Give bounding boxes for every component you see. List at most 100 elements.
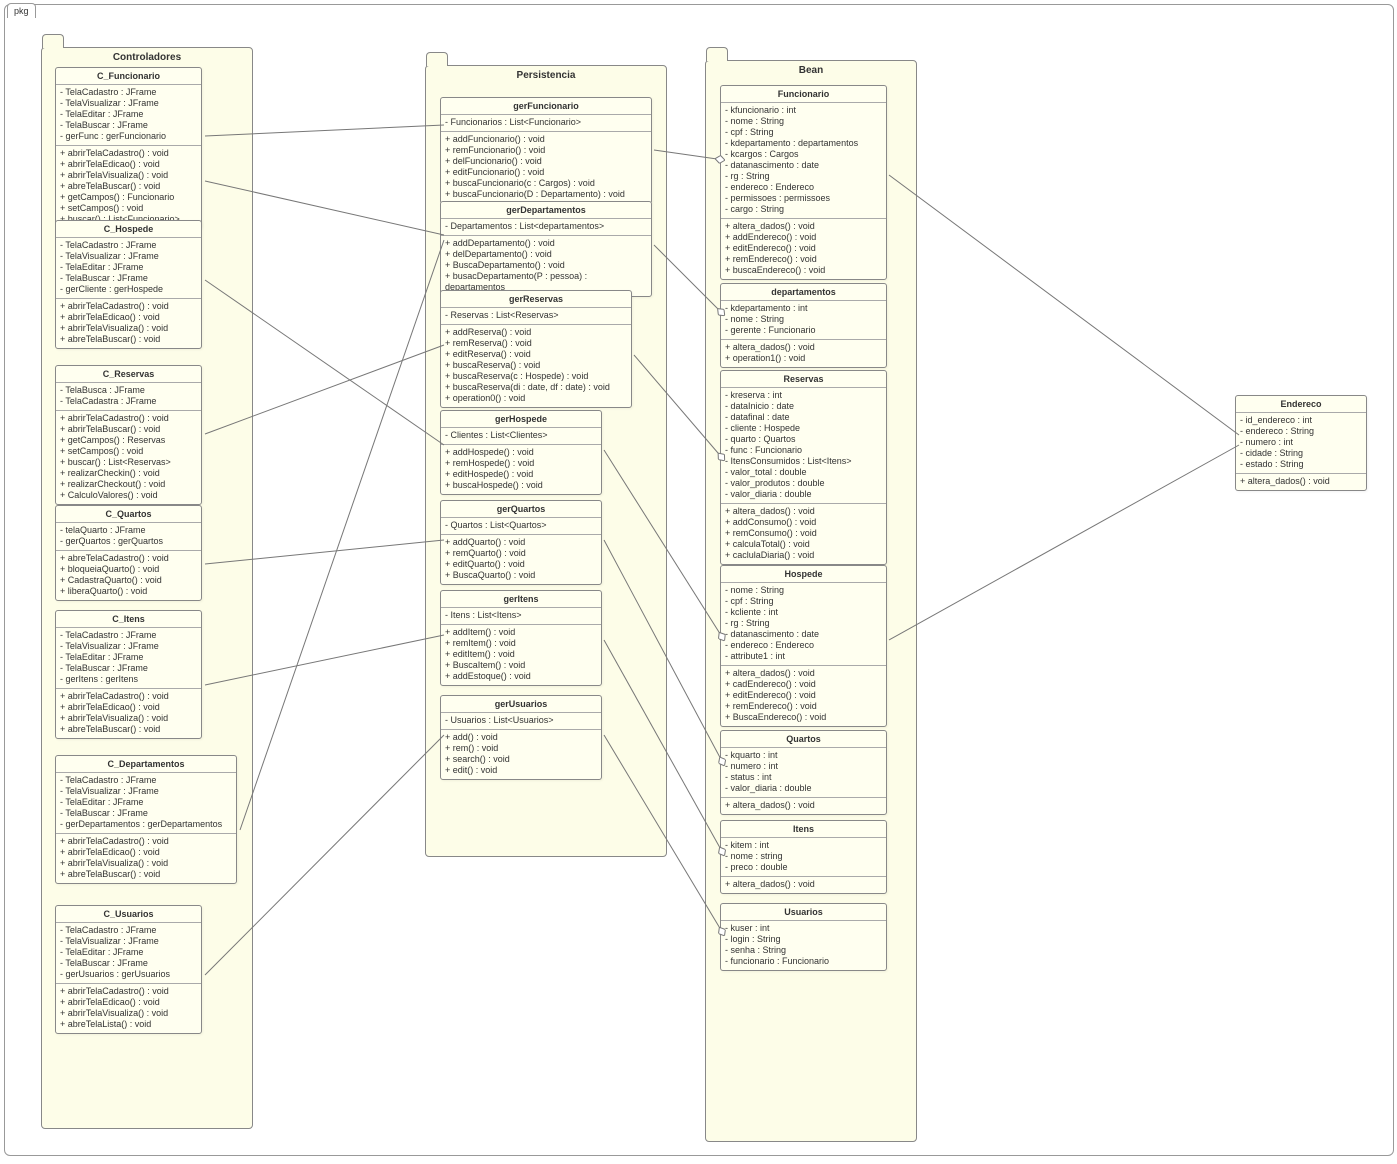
operation-row: + abrirTelaVisualiza() : void bbox=[60, 858, 232, 869]
attribute-row: - Clientes : List<Clientes> bbox=[445, 430, 597, 441]
attribute-row: - cargo : String bbox=[725, 204, 882, 215]
class-name: gerHospede bbox=[441, 411, 601, 428]
operation-row: + abrirTelaCadastro() : void bbox=[60, 986, 197, 997]
class-name: gerReservas bbox=[441, 291, 631, 308]
operation-row: + abrirTelaVisualiza() : void bbox=[60, 1008, 197, 1019]
operation-row: + BuscaItem() : void bbox=[445, 660, 597, 671]
attribute-row: - gerFunc : gerFuncionario bbox=[60, 131, 197, 142]
class-funcionario: Funcionario- kfuncionario : int- nome : … bbox=[720, 85, 887, 280]
class-ger-departamentos: gerDepartamentos- Departamentos : List<d… bbox=[440, 201, 652, 297]
operation-row: + cadEndereco() : void bbox=[725, 679, 882, 690]
attribute-row: - Funcionarios : List<Funcionario> bbox=[445, 117, 647, 128]
operation-row: + abrirTelaEdicao() : void bbox=[60, 159, 197, 170]
operation-row: + abreTelaCadastro() : void bbox=[60, 553, 197, 564]
attribute-row: - TelaBuscar : JFrame bbox=[60, 958, 197, 969]
operation-row: + altera_dados() : void bbox=[725, 879, 882, 890]
class-name: C_Itens bbox=[56, 611, 201, 628]
operation-row: + editFuncionario() : void bbox=[445, 167, 647, 178]
operations: + abreTelaCadastro() : void+ bloqueiaQua… bbox=[56, 551, 201, 600]
attribute-row: - TelaBuscar : JFrame bbox=[60, 120, 197, 131]
attribute-row: - nome : String bbox=[725, 585, 882, 596]
operation-row: + BuscaDepartamento() : void bbox=[445, 260, 647, 271]
operation-row: + altera_dados() : void bbox=[725, 342, 882, 353]
class-name: C_Hospede bbox=[56, 221, 201, 238]
operation-row: + abrirTelaCadastro() : void bbox=[60, 148, 197, 159]
attribute-row: - TelaEditar : JFrame bbox=[60, 109, 197, 120]
attribute-row: - TelaVisualizar : JFrame bbox=[60, 641, 197, 652]
class-departamentos: departamentos- kdepartamento : int- nome… bbox=[720, 283, 887, 368]
operation-row: + getCampos() : Funcionario bbox=[60, 192, 197, 203]
attribute-row: - TelaEditar : JFrame bbox=[60, 652, 197, 663]
attribute-row: - TelaCadastra : JFrame bbox=[60, 396, 197, 407]
attribute-row: - TelaEditar : JFrame bbox=[60, 947, 197, 958]
attribute-row: - cidade : String bbox=[1240, 448, 1362, 459]
operation-row: + editItem() : void bbox=[445, 649, 597, 660]
class-c-reservas: C_Reservas- TelaBusca : JFrame- TelaCada… bbox=[55, 365, 202, 505]
attributes: - id_endereco : int- endereco : String- … bbox=[1236, 413, 1366, 474]
attribute-row: - dataInicio : date bbox=[725, 401, 882, 412]
attribute-row: - status : int bbox=[725, 772, 882, 783]
attributes: - kdepartamento : int- nome : String- ge… bbox=[721, 301, 886, 340]
attribute-row: - Usuarios : List<Usuarios> bbox=[445, 715, 597, 726]
operations: + altera_dados() : void bbox=[721, 798, 886, 814]
class-name: Hospede bbox=[721, 566, 886, 583]
package-outer: pkg Controladores Persistencia Bean C_Fu… bbox=[4, 4, 1394, 1156]
class-c-usuarios: C_Usuarios- TelaCadastro : JFrame- TelaV… bbox=[55, 905, 202, 1034]
attribute-row: - senha : String bbox=[725, 945, 882, 956]
attribute-row: - nome : String bbox=[725, 314, 882, 325]
attribute-row: - gerente : Funcionario bbox=[725, 325, 882, 336]
operation-row: + addConsumo() : void bbox=[725, 517, 882, 528]
operations: + addItem() : void+ remItem() : void+ ed… bbox=[441, 625, 601, 685]
operation-row: + remQuarto() : void bbox=[445, 548, 597, 559]
operations: + addQuarto() : void+ remQuarto() : void… bbox=[441, 535, 601, 584]
class-name: gerItens bbox=[441, 591, 601, 608]
operation-row: + remFuncionario() : void bbox=[445, 145, 647, 156]
operations: + addHospede() : void+ remHospede() : vo… bbox=[441, 445, 601, 494]
class-quartos: Quartos- kquarto : int- numero : int- st… bbox=[720, 730, 887, 815]
operation-row: + abreTelaBuscar() : void bbox=[60, 181, 197, 192]
operation-row: + buscaHospede() : void bbox=[445, 480, 597, 491]
attributes: - nome : String- cpf : String- kcliente … bbox=[721, 583, 886, 666]
operation-row: + liberaQuarto() : void bbox=[60, 586, 197, 597]
operations: + addFuncionario() : void+ remFuncionari… bbox=[441, 132, 651, 203]
attribute-row: - TelaBusca : JFrame bbox=[60, 385, 197, 396]
attribute-row: - TelaCadastro : JFrame bbox=[60, 630, 197, 641]
operation-row: + add() : void bbox=[445, 732, 597, 743]
operation-row: + abrirTelaEdicao() : void bbox=[60, 847, 232, 858]
operation-row: + rem() : void bbox=[445, 743, 597, 754]
operations: + addReserva() : void+ remReserva() : vo… bbox=[441, 325, 631, 407]
attribute-row: - TelaEditar : JFrame bbox=[60, 797, 232, 808]
operation-row: + editHospede() : void bbox=[445, 469, 597, 480]
attribute-row: - gerItens : gerItens bbox=[60, 674, 197, 685]
operation-row: + remItem() : void bbox=[445, 638, 597, 649]
operation-row: + abrirTelaCadastro() : void bbox=[60, 413, 197, 424]
attribute-row: - kcargos : Cargos bbox=[725, 149, 882, 160]
attribute-row: - TelaCadastro : JFrame bbox=[60, 775, 232, 786]
operations: + altera_dados() : void bbox=[721, 877, 886, 893]
operation-row: + altera_dados() : void bbox=[725, 668, 882, 679]
class-c-quartos: C_Quartos- telaQuarto : JFrame- gerQuart… bbox=[55, 505, 202, 601]
class-name: gerFuncionario bbox=[441, 98, 651, 115]
operation-row: + caclulaDiaria() : void bbox=[725, 550, 882, 561]
attributes: - TelaCadastro : JFrame- TelaVisualizar … bbox=[56, 238, 201, 299]
attribute-row: - gerQuartos : gerQuartos bbox=[60, 536, 197, 547]
attribute-row: - cpf : String bbox=[725, 127, 882, 138]
package-outer-tab: pkg bbox=[7, 3, 36, 18]
attribute-row: - kreserva : int bbox=[725, 390, 882, 401]
attribute-row: - kquarto : int bbox=[725, 750, 882, 761]
attribute-row: - id_endereco : int bbox=[1240, 415, 1362, 426]
operations: + altera_dados() : void+ operation1() : … bbox=[721, 340, 886, 367]
operation-row: + addItem() : void bbox=[445, 627, 597, 638]
attribute-row: - kuser : int bbox=[725, 923, 882, 934]
attribute-row: - ItensConsumidos : List<Itens> bbox=[725, 456, 882, 467]
operation-row: + addFuncionario() : void bbox=[445, 134, 647, 145]
operation-row: + abrirTelaCadastro() : void bbox=[60, 301, 197, 312]
operation-row: + realizarCheckin() : void bbox=[60, 468, 197, 479]
operations: + addDepartamento() : void+ delDepartame… bbox=[441, 236, 651, 296]
class-name: Endereco bbox=[1236, 396, 1366, 413]
operation-row: + addHospede() : void bbox=[445, 447, 597, 458]
operation-row: + BuscaEndereco() : void bbox=[725, 712, 882, 723]
attributes: - kquarto : int- numero : int- status : … bbox=[721, 748, 886, 798]
operation-row: + altera_dados() : void bbox=[725, 221, 882, 232]
operation-row: + addQuarto() : void bbox=[445, 537, 597, 548]
